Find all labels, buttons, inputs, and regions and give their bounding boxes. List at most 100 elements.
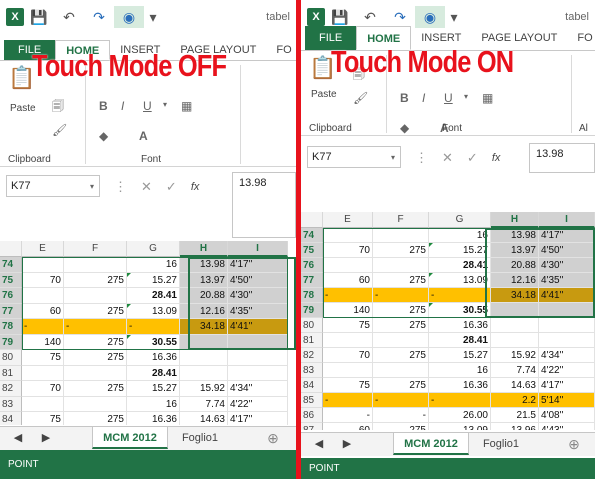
row-header[interactable]: 74 (301, 228, 323, 243)
cell-i[interactable] (539, 303, 595, 318)
insert-function-icon[interactable]: fx (492, 152, 501, 164)
cell-g[interactable]: 16 (127, 396, 180, 412)
sheet-tab-foglio1[interactable]: Foglio1 (473, 433, 529, 455)
cell-f[interactable] (373, 333, 429, 348)
borders-icon[interactable]: ▦ (482, 91, 493, 105)
column-header-i[interactable]: I (539, 212, 595, 228)
cell-f[interactable] (64, 396, 127, 412)
column-header-e[interactable]: E (22, 241, 64, 257)
underline-dropdown-icon[interactable]: ▾ (464, 92, 468, 101)
chevron-down-icon[interactable]: ▾ (391, 153, 395, 162)
cell-h[interactable]: 2.2 (491, 393, 539, 408)
chevron-down-icon[interactable]: ▾ (90, 182, 94, 191)
paste-label[interactable]: Paste (311, 89, 337, 100)
cell-g[interactable]: - (429, 393, 491, 408)
cell-g[interactable]: 16.36 (127, 412, 180, 425)
column-header-h[interactable]: H (491, 212, 539, 228)
cell-h[interactable] (180, 365, 228, 381)
cell-i[interactable]: 4'08'' (539, 408, 595, 423)
row-header[interactable]: 77 (0, 303, 22, 319)
column-header-e[interactable]: E (323, 212, 373, 228)
row-header[interactable]: 85 (301, 393, 323, 408)
column-header-g[interactable]: G (429, 212, 491, 228)
cell-g[interactable]: 15.27 (127, 381, 180, 397)
column-header-h[interactable]: H (180, 241, 228, 257)
cell-f[interactable]: - (373, 408, 429, 423)
cell-h[interactable]: 15.92 (180, 381, 228, 397)
cell-g[interactable]: 28.41 (429, 333, 491, 348)
cell-f[interactable]: 275 (64, 272, 127, 288)
cell-e[interactable] (323, 258, 373, 273)
bold-icon[interactable]: B (400, 91, 409, 105)
sheet-tab-foglio1[interactable]: Foglio1 (172, 427, 228, 449)
cell-f[interactable]: 275 (373, 243, 429, 258)
cell-g[interactable]: 30.55 (429, 303, 491, 318)
cell-e[interactable] (323, 228, 373, 243)
cell-i[interactable]: 4'34'' (228, 381, 288, 397)
cell-h[interactable]: 20.88 (491, 258, 539, 273)
row-header[interactable]: 86 (301, 408, 323, 423)
cell-i[interactable] (539, 333, 595, 348)
cell-g[interactable]: 16 (127, 257, 180, 273)
row-header[interactable]: 79 (301, 303, 323, 318)
cell-g[interactable]: 13.09 (127, 303, 180, 319)
cell-e[interactable]: 60 (323, 273, 373, 288)
cell-e[interactable]: 75 (22, 350, 64, 366)
row-header[interactable]: 87 (301, 423, 323, 430)
cell-i[interactable]: 4'35'' (539, 273, 595, 288)
cancel-icon[interactable]: ✕ (442, 150, 453, 166)
cell-f[interactable]: - (373, 393, 429, 408)
cell-e[interactable] (323, 363, 373, 378)
row-header[interactable]: 76 (301, 258, 323, 273)
customize-qat-icon[interactable]: ▾ (445, 6, 463, 28)
row-header[interactable]: 81 (301, 333, 323, 348)
cell-g[interactable]: 16.36 (429, 378, 491, 393)
cell-g[interactable]: 13.09 (429, 423, 491, 430)
customize-qat-icon[interactable]: ▾ (144, 6, 162, 28)
column-header-f[interactable]: F (64, 241, 127, 257)
cell-h[interactable]: 20.88 (180, 288, 228, 304)
cell-i[interactable]: 4'22'' (228, 396, 288, 412)
cell-e[interactable] (22, 288, 64, 304)
cell-h[interactable] (491, 333, 539, 348)
row-header[interactable]: 78 (301, 288, 323, 303)
row-header[interactable]: 84 (301, 378, 323, 393)
cell-g[interactable]: 15.27 (429, 348, 491, 363)
cell-h[interactable]: 13.97 (491, 243, 539, 258)
row-header[interactable]: 80 (0, 350, 22, 366)
column-header-g[interactable]: G (127, 241, 180, 257)
cell-h[interactable]: 14.63 (180, 412, 228, 425)
cell-e[interactable]: 60 (323, 423, 373, 430)
cell-g[interactable]: 16 (429, 228, 491, 243)
row-header[interactable]: 83 (301, 363, 323, 378)
sheet-tab-mcm-2012[interactable]: MCM 2012 (92, 427, 168, 449)
copy-icon[interactable]: 🗐 (52, 97, 64, 118)
formula-input[interactable]: 13.98 (529, 143, 595, 173)
cell-h[interactable]: 13.98 (491, 228, 539, 243)
save-icon[interactable]: 💾 (24, 6, 54, 28)
row-header[interactable]: 82 (301, 348, 323, 363)
format-painter-icon[interactable]: 🖌 (353, 91, 368, 105)
cell-g[interactable]: 15.27 (127, 272, 180, 288)
cell-f[interactable]: 275 (64, 350, 127, 366)
redo-icon[interactable]: ↷ (84, 6, 114, 28)
cell-i[interactable]: 4'50'' (228, 272, 288, 288)
cell-g[interactable]: 16.36 (127, 350, 180, 366)
cell-i[interactable]: 4'30'' (228, 288, 288, 304)
cell-f[interactable]: 275 (64, 412, 127, 425)
fill-color-icon[interactable]: ◆ (99, 129, 108, 143)
scroll-right-icon[interactable]: ▶ (36, 427, 56, 449)
cell-g[interactable]: 28.41 (429, 258, 491, 273)
scroll-right-icon[interactable]: ▶ (337, 433, 357, 455)
column-header-i[interactable]: I (228, 241, 288, 257)
undo-icon[interactable]: ↶ (54, 6, 84, 28)
row-header[interactable]: 75 (301, 243, 323, 258)
cell-i[interactable]: 4'22'' (539, 363, 595, 378)
enter-icon[interactable]: ✓ (467, 150, 478, 166)
scroll-left-icon[interactable]: ◀ (309, 433, 329, 455)
cell-f[interactable]: 275 (64, 381, 127, 397)
sheet-tab-mcm-2012[interactable]: MCM 2012 (393, 433, 469, 455)
cell-h[interactable] (491, 318, 539, 333)
row-header[interactable]: 80 (301, 318, 323, 333)
cell-i[interactable] (539, 318, 595, 333)
